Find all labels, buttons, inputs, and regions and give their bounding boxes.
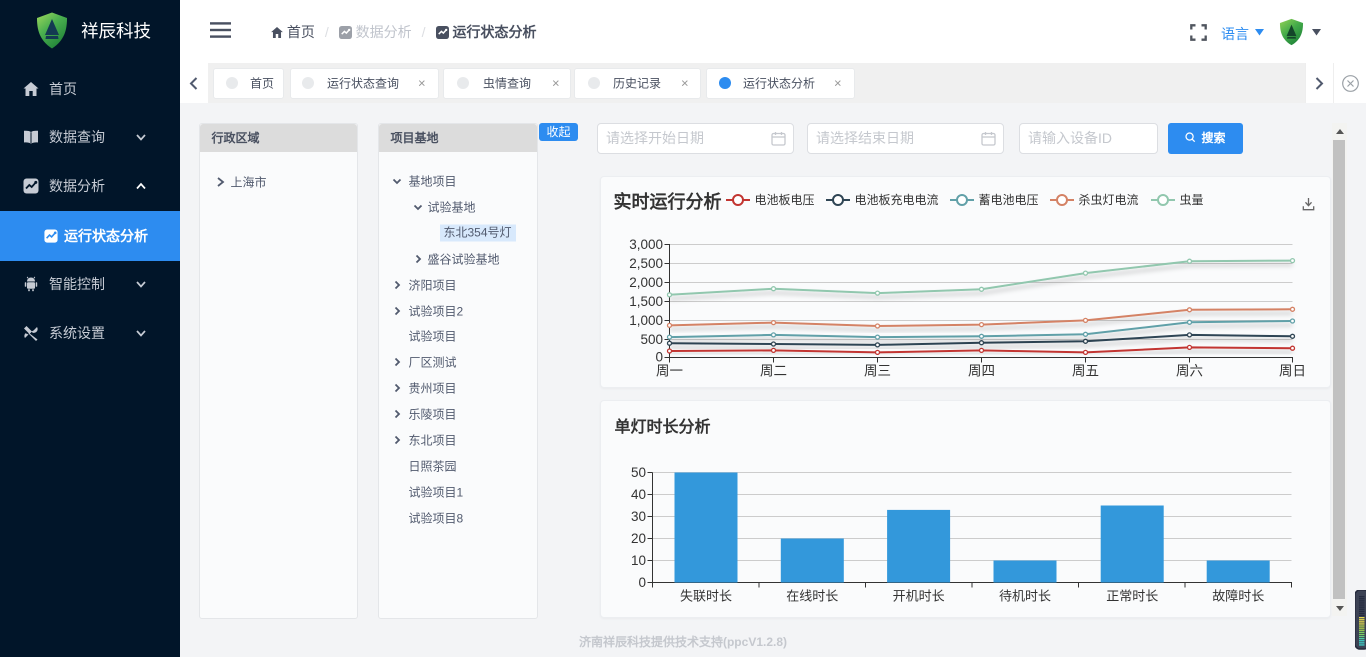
svg-text:失联时长: 失联时长 bbox=[679, 588, 731, 603]
svg-text:10: 10 bbox=[630, 553, 645, 568]
svg-text:开机时长: 开机时长 bbox=[892, 588, 944, 603]
svg-text:0: 0 bbox=[655, 350, 663, 365]
svg-text:周四: 周四 bbox=[968, 364, 995, 379]
svg-text:故障时长: 故障时长 bbox=[1212, 588, 1264, 603]
svg-text:周五: 周五 bbox=[1072, 364, 1099, 379]
svg-text:周二: 周二 bbox=[760, 364, 787, 379]
svg-text:3,000: 3,000 bbox=[629, 237, 663, 252]
svg-text:20: 20 bbox=[630, 531, 645, 546]
svg-text:周日: 周日 bbox=[1279, 364, 1306, 379]
svg-text:1,000: 1,000 bbox=[629, 313, 663, 328]
svg-text:0: 0 bbox=[638, 575, 646, 590]
svg-text:正常时长: 正常时长 bbox=[1106, 588, 1158, 603]
svg-text:500: 500 bbox=[640, 332, 663, 347]
svg-text:2,000: 2,000 bbox=[629, 275, 663, 290]
svg-text:在线时长: 在线时长 bbox=[786, 588, 838, 603]
svg-text:2,500: 2,500 bbox=[629, 256, 663, 271]
svg-text:待机时长: 待机时长 bbox=[998, 588, 1050, 603]
svg-text:50: 50 bbox=[630, 465, 645, 480]
svg-text:周三: 周三 bbox=[864, 364, 891, 379]
svg-text:40: 40 bbox=[630, 487, 645, 502]
svg-text:周六: 周六 bbox=[1176, 364, 1203, 379]
svg-text:30: 30 bbox=[630, 509, 645, 524]
svg-text:1,500: 1,500 bbox=[629, 294, 663, 309]
svg-text:周一: 周一 bbox=[656, 364, 683, 379]
